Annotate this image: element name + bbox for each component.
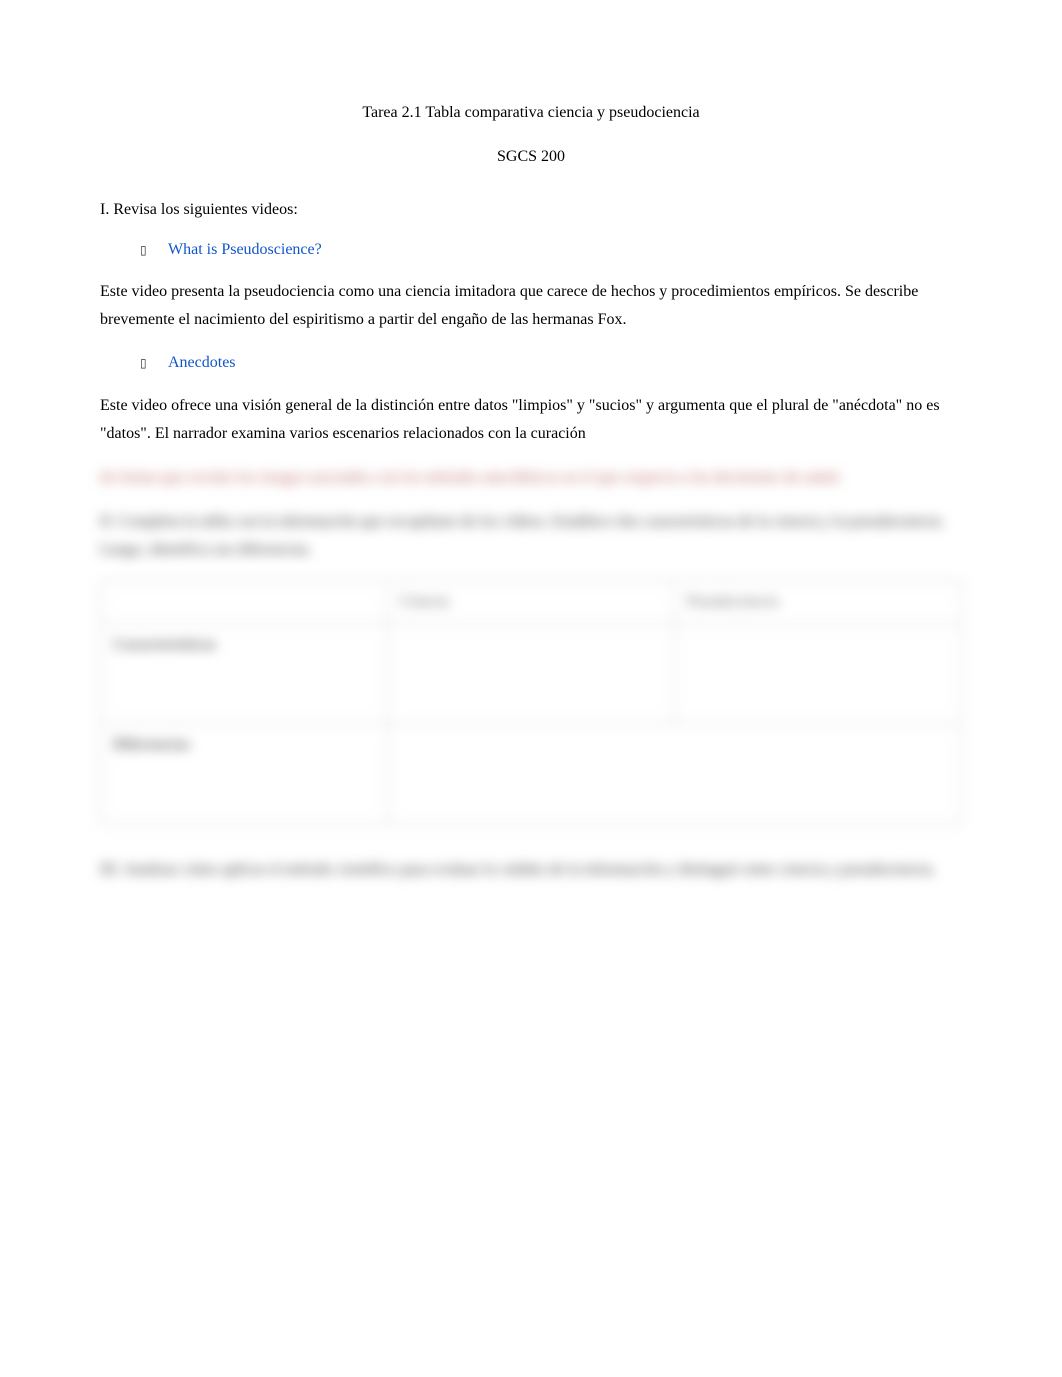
locked-content: de forma que revelar los riesgos asociad…	[100, 464, 962, 884]
video-link-pseudoscience[interactable]: What is Pseudoscience?	[168, 237, 322, 263]
table-header-pseudociencia: Pseudociencia	[675, 580, 962, 623]
video-link-anecdotes[interactable]: Anecdotes	[168, 350, 236, 376]
table-header-ciencia: Ciencia	[388, 580, 675, 623]
table-row: Características	[101, 623, 962, 723]
section-1-heading: I. Revisa los siguientes videos:	[100, 197, 962, 223]
table-cell	[388, 623, 675, 723]
list-item: ▯ Anecdotes	[100, 350, 962, 376]
blurred-paragraph: de forma que revelar los riesgos asociad…	[100, 464, 962, 492]
comparison-table: Ciencia Pseudociencia Características Di…	[100, 580, 962, 824]
row-label-diferencias: Diferencias	[101, 723, 388, 823]
document-subtitle: SGCS 200	[100, 144, 962, 170]
table-cell-merged	[388, 723, 962, 823]
document-title: Tarea 2.1 Tabla comparativa ciencia y ps…	[100, 100, 962, 126]
table-header-empty	[101, 580, 388, 623]
bullet-icon: ▯	[140, 354, 168, 373]
table-header-row: Ciencia Pseudociencia	[101, 580, 962, 623]
blurred-section-3-heading: III. Analizar cómo aplicar el método cie…	[100, 856, 962, 884]
video-description-1: Este video presenta la pseudociencia com…	[100, 278, 962, 334]
bullet-icon: ▯	[140, 241, 168, 260]
video-description-2: Este video ofrece una visión general de …	[100, 392, 962, 448]
table-row: Diferencias	[101, 723, 962, 823]
list-item: ▯ What is Pseudoscience?	[100, 237, 962, 263]
table-cell	[675, 623, 962, 723]
row-label-caracteristicas: Características	[101, 623, 388, 723]
blurred-section-2-heading: II. Completa la tabla con la información…	[100, 508, 962, 564]
